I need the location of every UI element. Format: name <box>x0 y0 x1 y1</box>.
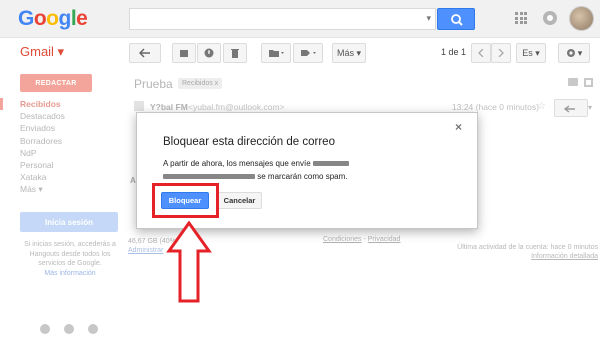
move-to-button[interactable] <box>261 43 291 63</box>
more-actions-button[interactable]: Más ▾ <box>332 43 366 63</box>
reply-icon <box>563 105 575 113</box>
redacted-sender-email <box>163 174 255 180</box>
footer-links: Condiciones - Privacidad <box>323 236 400 243</box>
back-arrow-icon <box>139 48 150 58</box>
archive-icon <box>180 50 188 57</box>
person-icon[interactable] <box>40 324 50 334</box>
inbox-label-chip[interactable]: Recibidos x <box>178 78 223 89</box>
sender-name[interactable]: Y?bal FM <box>150 102 188 112</box>
top-bar: Google ▾ <box>0 0 600 38</box>
sidebar-item-recibidos[interactable]: Recibidos <box>20 98 65 110</box>
more-options-dropdown[interactable]: ▾ <box>588 103 592 112</box>
hangouts-signin-button[interactable]: Inicia sesión <box>20 212 118 232</box>
hangouts-bottom-bar <box>40 324 98 334</box>
gear-icon <box>566 49 575 57</box>
input-tools-button[interactable]: Es ▾ <box>516 43 546 63</box>
gmail-screen: Google ▾ Gmail ▾ Más ▾ 1 de 1 Es ▾ ▾ RED… <box>0 0 600 338</box>
apps-grid-icon[interactable] <box>515 12 527 24</box>
logo-letter: o <box>46 7 59 30</box>
label-tag-icon <box>301 50 316 56</box>
archive-button[interactable] <box>172 43 196 63</box>
notifications-icon[interactable] <box>543 11 557 25</box>
search-icon <box>451 14 463 26</box>
sidebar-nav: Recibidos Destacados Enviados Borradores… <box>20 98 65 196</box>
newer-button[interactable] <box>471 43 491 63</box>
dialog-title: Bloquear esta dirección de correo <box>163 136 335 148</box>
gmail-menu[interactable]: Gmail ▾ <box>20 44 64 60</box>
search-button[interactable] <box>437 8 475 30</box>
sidebar-item-personal[interactable]: Personal <box>20 159 65 171</box>
settings-dropdown-arrow: ▾ <box>577 47 583 58</box>
spam-icon <box>204 48 214 58</box>
dialog-message-line2: se marcarán como spam. <box>257 172 348 181</box>
search-input[interactable]: ▾ <box>129 8 436 30</box>
highlight-box <box>152 183 219 218</box>
hangouts-info: Si inicias sesión, accederás a Hangouts … <box>16 240 124 278</box>
sidebar-item-xataka[interactable]: Xataka <box>20 171 65 183</box>
dialog-message-line1: A partir de ahora, los mensajes que enví… <box>163 159 311 168</box>
compose-button[interactable]: REDACTAR <box>20 74 92 92</box>
last-activity-text: Última actividad de la cuenta: hace 0 mi… <box>457 244 598 251</box>
sender-avatar <box>134 101 144 111</box>
message-time: 13:24 (hace 0 minutos) <box>452 102 539 112</box>
active-nav-marker <box>0 98 3 110</box>
older-button[interactable] <box>491 43 511 63</box>
reply-button[interactable] <box>554 99 588 117</box>
delete-button[interactable] <box>223 43 247 63</box>
terms-link[interactable]: Condiciones <box>323 236 362 243</box>
search-options-dropdown[interactable]: ▾ <box>426 13 431 24</box>
print-icon[interactable] <box>568 78 578 86</box>
message-body-fragment: A <box>130 176 136 185</box>
logo-letter: G <box>18 7 34 30</box>
sidebar-item-destacados[interactable]: Destacados <box>20 110 65 122</box>
settings-button[interactable]: ▾ <box>558 43 590 63</box>
report-spam-button[interactable] <box>197 43 221 63</box>
chevron-right-icon <box>498 49 504 57</box>
dialog-message: A partir de ahora, los mensajes que enví… <box>163 157 349 183</box>
sender-email: <yubal.fm@outlook.com> <box>188 102 285 112</box>
close-icon[interactable]: × <box>455 120 462 134</box>
new-window-icon[interactable] <box>584 78 593 87</box>
page-count: 1 de 1 <box>441 47 467 57</box>
annotation-arrow-icon <box>166 221 212 303</box>
logo-letter: o <box>33 7 47 30</box>
activity-details-link[interactable]: Información detallada <box>452 252 598 261</box>
sidebar-item-ndp[interactable]: NdP <box>20 147 65 159</box>
logo-letter: g <box>58 7 72 30</box>
cancel-button[interactable]: Cancelar <box>217 192 262 209</box>
star-icon[interactable]: ☆ <box>537 101 546 112</box>
message-subject: Prueba <box>134 77 173 91</box>
avatar[interactable] <box>569 6 594 31</box>
back-button[interactable] <box>129 43 161 63</box>
sidebar-item-enviados[interactable]: Enviados <box>20 122 65 134</box>
folder-icon <box>269 50 284 57</box>
labels-button[interactable] <box>293 43 323 63</box>
google-logo[interactable]: Google <box>18 7 88 31</box>
hangouts-learn-more-link[interactable]: Más información <box>44 270 95 277</box>
phone-icon[interactable] <box>88 324 98 334</box>
trash-icon <box>231 49 239 58</box>
redacted-sender-name <box>312 161 349 167</box>
sidebar-item-mas[interactable]: Más ▾ <box>20 183 65 195</box>
hangouts-icon[interactable] <box>64 324 74 334</box>
chevron-left-icon <box>478 49 484 57</box>
privacy-link[interactable]: Privacidad <box>368 236 401 243</box>
account-activity: Última actividad de la cuenta: hace 0 mi… <box>452 243 598 261</box>
sidebar-item-borradores[interactable]: Borradores <box>20 135 65 147</box>
hangouts-info-text: Si inicias sesión, accederás a Hangouts … <box>24 241 116 267</box>
logo-letter: e <box>76 7 88 30</box>
